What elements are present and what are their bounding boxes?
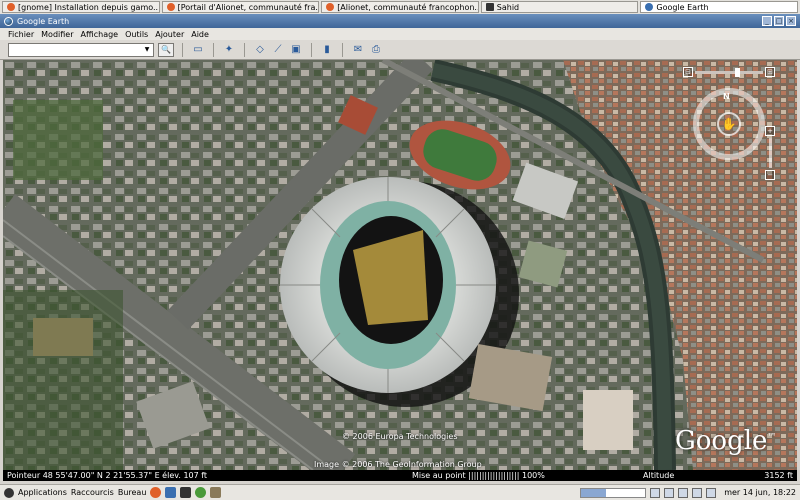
mail-launcher-icon[interactable] xyxy=(165,487,177,498)
search-button[interactable]: 🔍 xyxy=(158,42,174,57)
satellite-imagery xyxy=(3,60,797,470)
tilt-thumb[interactable] xyxy=(735,67,740,77)
update-launcher-icon[interactable] xyxy=(195,487,207,498)
ruler-icon[interactable]: ▮ xyxy=(320,43,334,57)
toolbar-separator xyxy=(311,42,312,57)
tilt-down-icon[interactable]: ⊟ xyxy=(683,67,693,77)
menu-ajouter[interactable]: Ajouter xyxy=(155,30,184,39)
copyright-europa: © 2006 Europa Technologies xyxy=(342,432,458,441)
task-tab-label: Sahid xyxy=(496,2,520,12)
zoom-slider[interactable]: + − xyxy=(765,126,775,180)
toolbar-separator xyxy=(213,42,214,57)
window-title: Google Earth xyxy=(17,16,70,26)
task-tab-label: [gnome] Installation depuis gamo... xyxy=(18,2,160,12)
close-button[interactable]: × xyxy=(786,16,796,26)
clock[interactable]: mer 14 jun, 18:22 xyxy=(724,488,796,497)
workspace-progress-fill xyxy=(581,488,606,497)
menu-affichage[interactable]: Affichage xyxy=(81,30,119,39)
window-titlebar[interactable]: Google Earth _ □ × xyxy=(0,14,800,28)
tray-battery-icon[interactable] xyxy=(706,487,717,498)
task-tab-sahid[interactable]: Sahid xyxy=(480,1,639,13)
menu-bar: Fichier Modifier Affichage Outils Ajoute… xyxy=(0,28,800,40)
task-tab-google-earth[interactable]: Google Earth xyxy=(640,1,798,13)
logo-trademark: ™ xyxy=(767,432,777,443)
tray-volume-icon[interactable] xyxy=(664,487,675,498)
workspace-progress xyxy=(580,487,647,498)
tilt-slider[interactable]: ⊟ ⊞ xyxy=(683,66,775,78)
tray-update-icon[interactable] xyxy=(692,487,703,498)
altitude-value: 3152 ft xyxy=(764,471,793,480)
zoom-in-icon[interactable]: + xyxy=(765,126,775,136)
firefox-icon xyxy=(166,3,175,11)
copyright-geoinformation: Image © 2006 The GeoInformation Group xyxy=(314,460,482,469)
terminal-icon xyxy=(485,3,494,11)
chevron-down-icon[interactable]: ▼ xyxy=(142,45,152,55)
earth-icon xyxy=(645,3,654,11)
menu-modifier[interactable]: Modifier xyxy=(41,30,73,39)
tilt-track[interactable] xyxy=(695,67,763,77)
minimize-button[interactable]: _ xyxy=(762,16,772,26)
toolbar-separator xyxy=(182,42,183,57)
earth-icon xyxy=(4,16,13,26)
firefox-icon xyxy=(7,3,15,11)
task-tab-label: [Portail d'Alionet, communauté fra... xyxy=(177,2,320,12)
print-icon[interactable]: ⎙ xyxy=(369,43,383,57)
move-joystick-icon[interactable]: ✋ xyxy=(717,112,741,136)
navigation-controls: ⊟ ⊞ N ✋ + − xyxy=(683,66,775,186)
email-icon[interactable]: ✉ xyxy=(351,43,365,57)
terminal-launcher-icon[interactable] xyxy=(180,487,192,498)
tray-clipboard-icon[interactable] xyxy=(678,487,689,498)
maximize-button[interactable]: □ xyxy=(774,16,784,26)
streaming-status: Mise au point ||||||||||||||||||| 100% xyxy=(412,471,545,480)
earth-viewport[interactable]: ⊟ ⊞ N ✋ + − © 2006 Europa Technologies I… xyxy=(3,60,797,470)
taskbar-tabs: [gnome] Installation depuis gamo... [Por… xyxy=(0,0,800,14)
toolbar-separator xyxy=(342,42,343,57)
zoom-out-icon[interactable]: − xyxy=(765,170,775,180)
status-bar: Pointeur 48 55'47.00" N 2 21'55.37" E él… xyxy=(3,470,797,481)
firefox-icon xyxy=(326,3,335,11)
tray-network-icon[interactable] xyxy=(650,487,661,498)
task-tab-label: [Alionet, communauté francophon... xyxy=(337,2,479,12)
firefox-launcher-icon[interactable] xyxy=(150,487,162,498)
pointer-coordinates: Pointeur 48 55'47.00" N 2 21'55.37" E él… xyxy=(7,471,208,480)
task-tab-alionet[interactable]: [Alionet, communauté francophon... xyxy=(321,1,479,13)
sidebar-icon[interactable]: ▭ xyxy=(191,43,205,57)
gnome-foot-icon[interactable] xyxy=(4,487,14,498)
gnome-panel: Applications Raccourcis Bureau mer 14 ju… xyxy=(0,484,800,500)
task-tab-gnome[interactable]: [gnome] Installation depuis gamo... xyxy=(2,1,160,13)
logo-text: Google xyxy=(675,426,768,456)
places-menu[interactable]: Raccourcis xyxy=(71,488,114,497)
toolbar-separator xyxy=(244,42,245,57)
google-logo: Google™ xyxy=(675,426,776,456)
menu-fichier[interactable]: Fichier xyxy=(8,30,34,39)
overlay-icon[interactable]: ▣ xyxy=(289,43,303,57)
task-tab-portail[interactable]: [Portail d'Alionet, communauté fra... xyxy=(161,1,320,13)
path-icon[interactable]: ⟋ xyxy=(271,43,285,57)
placemark-icon[interactable]: ✦ xyxy=(222,43,236,57)
gimp-launcher-icon[interactable] xyxy=(210,487,222,498)
toolbar: ▼ 🔍 ▭ ✦ ◇ ⟋ ▣ ▮ ✉ ⎙ xyxy=(0,40,800,60)
search-combo[interactable]: ▼ xyxy=(8,42,154,57)
task-tab-label: Google Earth xyxy=(656,2,709,12)
north-indicator: N xyxy=(723,92,730,101)
altitude-label: Altitude xyxy=(643,471,675,480)
zoom-track[interactable] xyxy=(768,138,772,168)
tilt-up-icon[interactable]: ⊞ xyxy=(765,67,775,77)
applications-menu[interactable]: Applications xyxy=(18,488,67,497)
polygon-icon[interactable]: ◇ xyxy=(253,43,267,57)
menu-outils[interactable]: Outils xyxy=(125,30,148,39)
desktop-menu[interactable]: Bureau xyxy=(118,488,147,497)
search-input[interactable] xyxy=(9,43,137,56)
menu-aide[interactable]: Aide xyxy=(191,30,209,39)
